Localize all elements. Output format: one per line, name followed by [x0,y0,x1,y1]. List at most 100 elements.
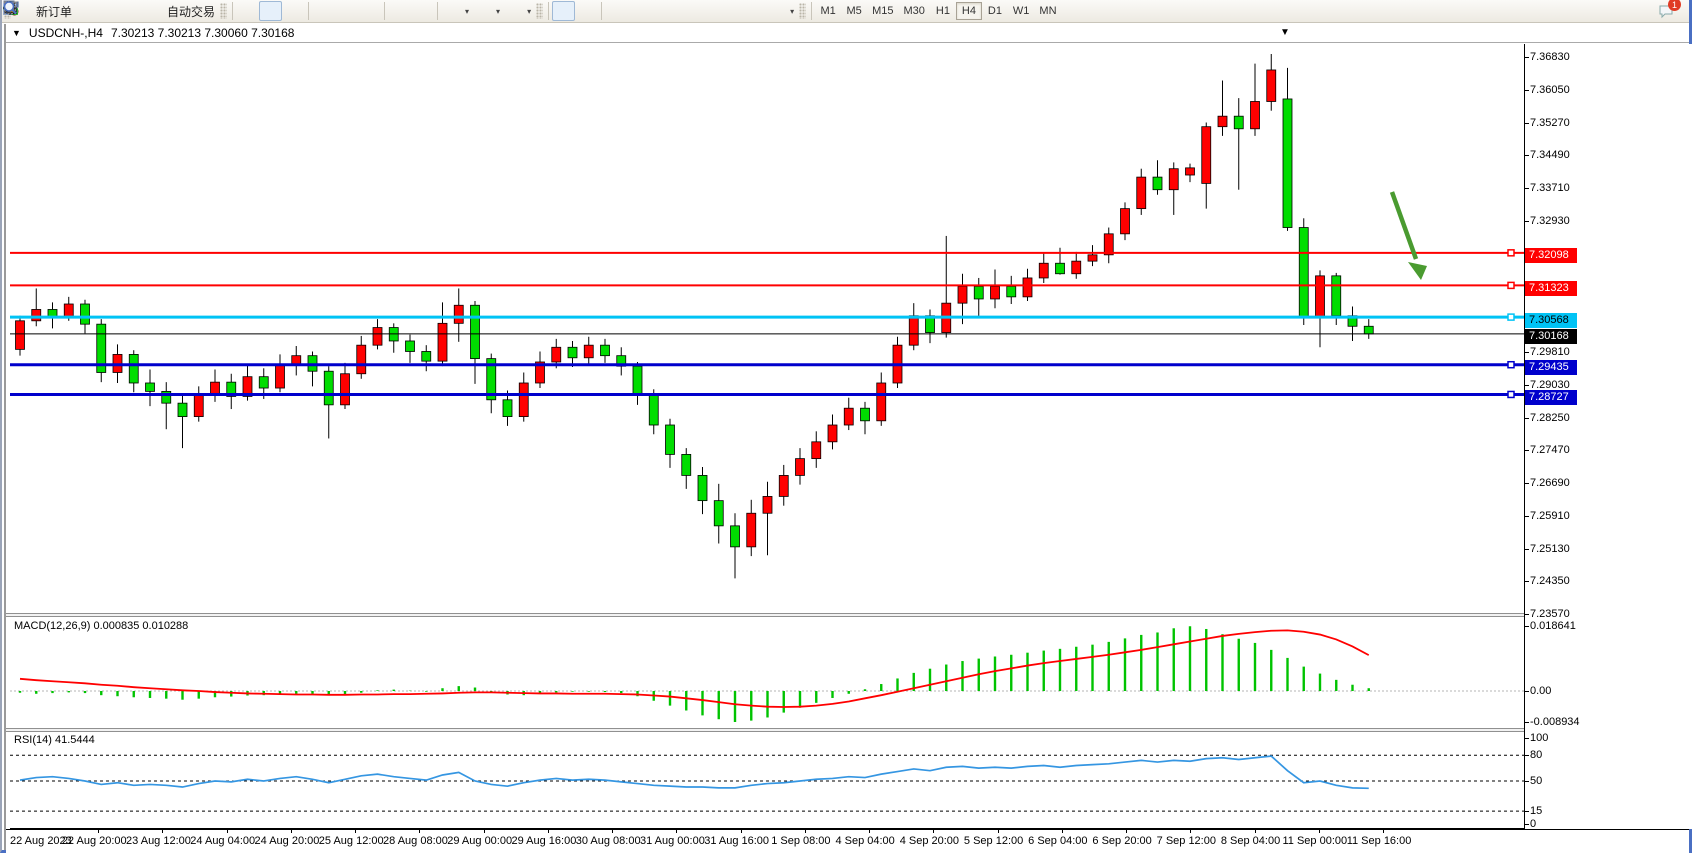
chart-window: ▼ USDCNH-,H4 7.30213 7.30213 7.30060 7.3… [4,24,1689,850]
vertical-line-icon [608,3,625,19]
news-button[interactable] [121,1,144,21]
time-tick-label: 28 Aug 08:00 [383,835,448,847]
vertical-line-button[interactable] [605,1,628,21]
add-indicator-button[interactable]: ▾ [441,1,472,21]
periods-button[interactable]: ▾ [472,1,503,21]
toolbar-grip[interactable] [220,3,227,19]
price-level-tag: 7.29435 [1525,360,1577,375]
fibonacci-button[interactable]: F [697,1,720,21]
zoom-in-button[interactable] [312,1,335,21]
arrows-button[interactable]: ▾ [766,1,797,21]
text-button[interactable]: A [720,1,743,21]
tick-mark [227,830,228,833]
time-axis[interactable]: 22 Aug 202322 Aug 20:0023 Aug 12:0024 Au… [6,829,1689,853]
tick-mark [998,830,999,833]
toolbar-grip[interactable] [536,3,543,19]
panel-separator[interactable] [6,613,1689,617]
macd-panel[interactable]: MACD(12,26,9) 0.000835 0.010288 [10,618,1524,728]
market-button[interactable] [75,1,98,21]
tick-mark [1525,691,1529,692]
tick-mark [1525,614,1529,615]
templates-button[interactable]: ▾ [503,1,534,21]
equidistant-channel-button[interactable]: E [674,1,697,21]
price-chart-panel[interactable] [10,44,1524,613]
price-tick-label: 100 [1530,732,1548,744]
tick-mark [1525,755,1529,756]
chart-shift-button[interactable] [411,1,434,21]
time-tick-label: 30 Aug 08:00 [576,835,641,847]
chevron-down-icon: ▾ [496,7,500,16]
chart-title-bar[interactable]: ▼ USDCNH-,H4 7.30213 7.30213 7.30060 7.3… [6,24,1689,43]
tick-mark [1525,738,1529,739]
text-label-button[interactable]: T [743,1,766,21]
periods-clock-icon [475,3,492,19]
chevron-down-icon[interactable]: ▼ [12,28,21,38]
time-tick-label: 7 Sep 12:00 [1157,835,1216,847]
price-tick-label: 7.34490 [1530,149,1570,161]
horizontal-line-button[interactable] [628,1,651,21]
zoom-out-button[interactable] [335,1,358,21]
text-icon: A [723,3,740,19]
tick-mark [1525,352,1529,353]
bar-chart-button[interactable] [236,1,259,21]
price-level-tag: 7.30168 [1525,329,1577,344]
new-order-button[interactable]: 新订单 [13,1,75,21]
timeframe-m15[interactable]: M15 [867,2,898,20]
timeframe-h4[interactable]: H4 [956,2,982,20]
tile-windows-button[interactable] [358,1,381,21]
timeframe-h1[interactable]: H1 [930,2,956,20]
timeframe-mn[interactable]: MN [1034,2,1061,20]
tick-mark [1319,830,1320,833]
tick-mark [1255,830,1256,833]
rsi-panel[interactable]: RSI(14) 41.5444 [10,732,1524,829]
trendline-button[interactable] [651,1,674,21]
timeframe-m1[interactable]: M1 [815,2,841,20]
main-toolbar: 新订单 自动交易 [2,0,1689,23]
tick-mark [1525,123,1529,124]
crosshair-button[interactable] [575,1,598,21]
time-tick-label: 11 Sep 16:00 [1347,835,1412,847]
timeframe-m5[interactable]: M5 [841,2,867,20]
tick-mark [1190,830,1191,833]
scroll-to-end-marker[interactable]: ▼ [1280,27,1290,38]
candlestick-chart-button[interactable] [259,1,282,21]
macd-label: MACD(12,26,9) 0.000835 0.010288 [14,620,188,632]
autotrade-button[interactable]: 自动交易 [144,1,218,21]
price-tick-label: 0.00 [1530,685,1551,697]
tick-mark [1525,418,1529,419]
notifications-icon[interactable]: 1 [1658,3,1675,19]
market-icon [78,3,95,19]
time-tick-label: 1 Sep 08:00 [771,835,830,847]
tick-mark [1525,221,1529,222]
toolbar-grip[interactable] [799,3,806,19]
price-tick-label: 7.25910 [1530,510,1570,522]
new-order-label: 新订单 [36,3,72,20]
application-window: 新订单 自动交易 [0,0,1692,853]
auto-scroll-button[interactable] [388,1,411,21]
price-tick-label: 15 [1530,805,1542,817]
tick-mark [676,830,677,833]
time-tick-label: 29 Aug 16:00 [511,835,576,847]
candlestick-chart-icon [262,3,279,19]
cursor-button[interactable] [552,1,575,21]
price-tick-label: 7.32930 [1530,215,1570,227]
zoom-out-icon [338,3,355,19]
tick-mark [741,830,742,833]
trendline-icon [654,3,671,19]
tick-mark [162,830,163,833]
search-icon[interactable] [1633,3,1650,19]
tick-mark [1525,90,1529,91]
timeframe-w1[interactable]: W1 [1008,2,1035,20]
price-axis[interactable]: 7.368307.360507.352707.344907.337107.329… [1524,44,1692,829]
signals-button[interactable] [98,1,121,21]
arrows-icon [769,3,786,19]
line-chart-button[interactable] [282,1,305,21]
cursor-icon [555,3,572,19]
tick-mark [1525,811,1529,812]
time-tick-label: 11 Sep 00:00 [1282,835,1347,847]
tick-mark [1525,483,1529,484]
chevron-down-icon: ▾ [790,7,794,16]
timeframe-m30[interactable]: M30 [899,2,930,20]
price-tick-label: 7.29030 [1530,379,1570,391]
timeframe-d1[interactable]: D1 [982,2,1008,20]
